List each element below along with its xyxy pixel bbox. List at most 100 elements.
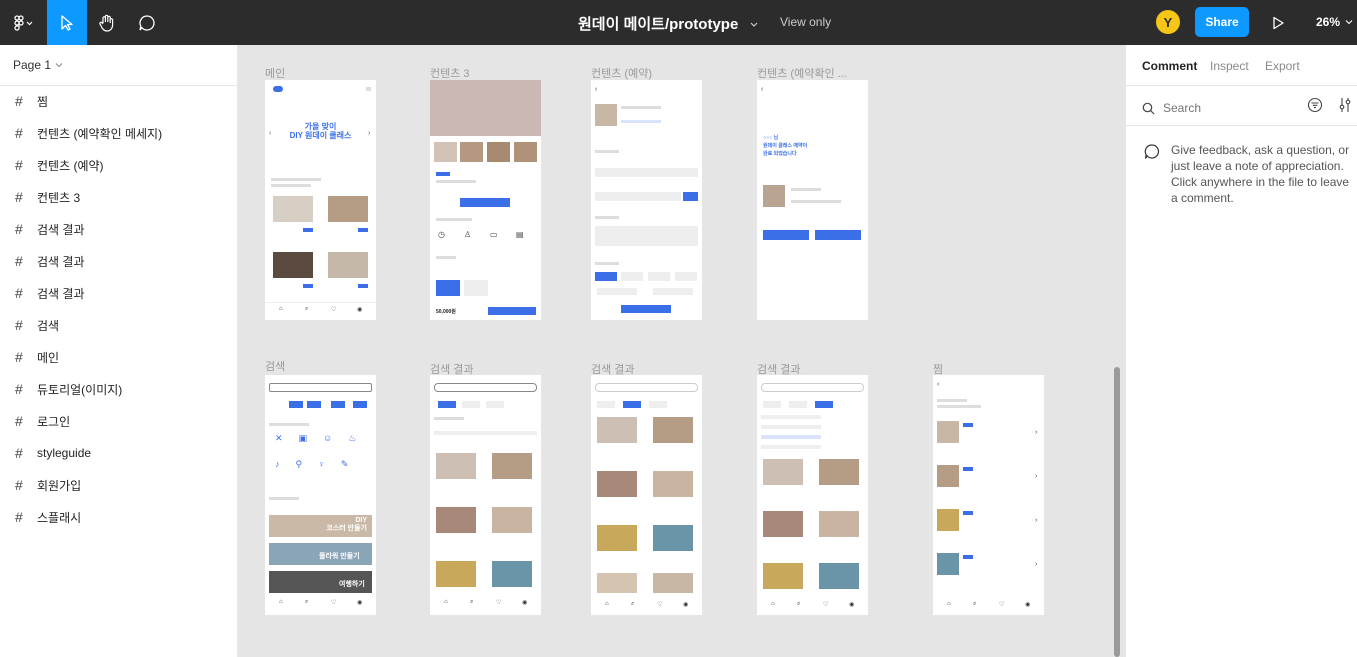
tab[interactable] bbox=[462, 401, 480, 408]
search-bar[interactable] bbox=[269, 383, 372, 392]
result-thumbnail[interactable] bbox=[597, 471, 637, 497]
payment-option[interactable] bbox=[621, 272, 643, 281]
layer-item[interactable]: # 컨텐츠 (예약) bbox=[0, 149, 237, 181]
gallery-thumbnail[interactable] bbox=[460, 142, 483, 162]
filter-icon[interactable] bbox=[1307, 97, 1323, 113]
frame-label[interactable]: 컨텐츠 (예약확인 ... bbox=[757, 65, 847, 81]
file-title[interactable]: 원데이 메이트/prototype bbox=[578, 13, 760, 34]
gallery-thumbnail[interactable] bbox=[434, 142, 457, 162]
payment-option-selected[interactable] bbox=[595, 272, 617, 281]
result-thumbnail[interactable] bbox=[436, 453, 476, 479]
price-filter[interactable] bbox=[761, 415, 821, 419]
tab[interactable] bbox=[763, 401, 781, 408]
frame-label[interactable]: 메인 bbox=[265, 65, 285, 81]
frame-label[interactable]: 컨텐츠 (예약) bbox=[591, 65, 652, 81]
tab-export[interactable]: Export bbox=[1265, 59, 1300, 73]
tab-comment[interactable]: Comment bbox=[1142, 59, 1197, 73]
frame-search[interactable]: ✕▣☺♨ ♪⚲♀✎ DIY 코스터 만들기 플라워 만들기 여행하기 ⌂ ⌕ ♡… bbox=[265, 375, 376, 615]
frame-content-reservation[interactable]: ‹ bbox=[591, 80, 702, 320]
result-thumbnail[interactable] bbox=[436, 507, 476, 533]
layer-item[interactable]: # 회원가입 bbox=[0, 469, 237, 501]
frame-main[interactable]: 가을 맞이 DIY 원데이 클래스 ‹ › ⌂ ⌕ ♡ ◉ bbox=[265, 80, 376, 320]
layer-item[interactable]: # 검색 결과 bbox=[0, 213, 237, 245]
canvas-scrollbar[interactable] bbox=[1114, 367, 1120, 657]
result-thumbnail[interactable] bbox=[653, 471, 693, 497]
frame-label[interactable]: 컨텐츠 3 bbox=[430, 65, 470, 81]
date-strip[interactable] bbox=[434, 431, 537, 435]
frame-reservation-confirm[interactable]: ‹ ○○○ 님 원데이 클래스 예약이 완료 되었습니다 bbox=[757, 80, 868, 320]
back-arrow-icon[interactable]: ‹ bbox=[595, 86, 597, 93]
frame-label[interactable]: 검색 bbox=[265, 358, 285, 374]
tab-selected[interactable] bbox=[623, 401, 641, 408]
result-thumbnail[interactable] bbox=[492, 561, 532, 587]
frame-search-result[interactable]: ⌂ ⌕ ♡ ◉ bbox=[430, 375, 541, 615]
layer-item[interactable]: # 찜 bbox=[0, 85, 237, 117]
design-canvas[interactable]: 메인 컨텐츠 3 컨텐츠 (예약) 컨텐츠 (예약확인 ... 가을 맞이 DI… bbox=[238, 45, 1125, 657]
home-button[interactable] bbox=[763, 230, 809, 240]
hand-tool-button[interactable] bbox=[87, 0, 127, 45]
frame-search-result[interactable]: ⌂ ⌕ ♡ ◉ bbox=[757, 375, 868, 615]
wishlist-thumbnail[interactable] bbox=[937, 509, 959, 531]
search-bar[interactable] bbox=[595, 383, 698, 392]
class-thumbnail[interactable] bbox=[273, 196, 313, 222]
search-bar[interactable] bbox=[434, 383, 537, 392]
reservation-detail-button[interactable] bbox=[815, 230, 861, 240]
tab[interactable] bbox=[649, 401, 667, 408]
tab-inspect[interactable]: Inspect bbox=[1210, 59, 1249, 73]
filter-chip[interactable] bbox=[289, 401, 303, 408]
result-thumbnail[interactable] bbox=[436, 561, 476, 587]
layer-item[interactable]: # 로그인 bbox=[0, 405, 237, 437]
result-thumbnail[interactable] bbox=[819, 459, 859, 485]
filter-chip[interactable] bbox=[331, 401, 345, 408]
result-thumbnail[interactable] bbox=[763, 511, 803, 537]
payment-option[interactable] bbox=[675, 272, 697, 281]
phone-field[interactable] bbox=[595, 192, 681, 201]
result-thumbnail[interactable] bbox=[763, 459, 803, 485]
page-selector[interactable]: Page 1 bbox=[13, 58, 63, 72]
layer-item[interactable]: # 검색 bbox=[0, 309, 237, 341]
time-slot[interactable] bbox=[464, 280, 488, 296]
wishlist-thumbnail[interactable] bbox=[937, 465, 959, 487]
filter-chip[interactable] bbox=[307, 401, 321, 408]
wishlist-thumbnail[interactable] bbox=[937, 421, 959, 443]
result-thumbnail[interactable] bbox=[653, 573, 693, 593]
time-slot-selected[interactable] bbox=[436, 280, 460, 296]
layer-item[interactable]: # 메인 bbox=[0, 341, 237, 373]
result-thumbnail[interactable] bbox=[597, 573, 637, 593]
price-filter-selected[interactable] bbox=[761, 435, 821, 439]
point-option[interactable] bbox=[653, 288, 693, 295]
result-thumbnail[interactable] bbox=[597, 417, 637, 443]
move-tool-button[interactable] bbox=[47, 0, 87, 45]
layer-item[interactable]: # 검색 결과 bbox=[0, 245, 237, 277]
filter-chip[interactable] bbox=[353, 401, 367, 408]
tab[interactable] bbox=[789, 401, 807, 408]
main-menu-button[interactable] bbox=[0, 0, 45, 45]
layer-item[interactable]: # 듀토리얼(이미지) bbox=[0, 373, 237, 405]
verify-button[interactable] bbox=[683, 192, 698, 201]
name-field[interactable] bbox=[595, 168, 698, 177]
class-thumbnail[interactable] bbox=[273, 252, 313, 278]
zoom-menu[interactable]: 26% bbox=[1316, 15, 1353, 29]
chevron-right-icon[interactable]: › bbox=[1035, 517, 1037, 524]
layer-item[interactable]: # 검색 결과 bbox=[0, 277, 237, 309]
present-button[interactable] bbox=[1266, 0, 1290, 45]
chevron-right-icon[interactable]: › bbox=[1035, 561, 1037, 568]
layer-item[interactable]: # styleguide bbox=[0, 437, 237, 469]
price-filter[interactable] bbox=[761, 425, 821, 429]
gallery-thumbnail[interactable] bbox=[514, 142, 537, 162]
result-thumbnail[interactable] bbox=[819, 511, 859, 537]
coupon-option[interactable] bbox=[597, 288, 637, 295]
search-bar[interactable] bbox=[761, 383, 864, 392]
chevron-right-icon[interactable]: › bbox=[1035, 473, 1037, 480]
frame-wishlist[interactable]: ‹ › › › › ⌂ ⌕ ♡ ◉ bbox=[933, 375, 1044, 615]
reserve-button[interactable] bbox=[488, 307, 536, 315]
result-thumbnail[interactable] bbox=[653, 417, 693, 443]
frame-search-result[interactable]: ⌂ ⌕ ♡ ◉ bbox=[591, 375, 702, 615]
tab[interactable] bbox=[597, 401, 615, 408]
result-thumbnail[interactable] bbox=[492, 453, 532, 479]
result-thumbnail[interactable] bbox=[492, 507, 532, 533]
tab[interactable] bbox=[486, 401, 504, 408]
gallery-thumbnail[interactable] bbox=[487, 142, 510, 162]
pay-button[interactable] bbox=[621, 305, 671, 313]
class-thumbnail[interactable] bbox=[328, 252, 368, 278]
